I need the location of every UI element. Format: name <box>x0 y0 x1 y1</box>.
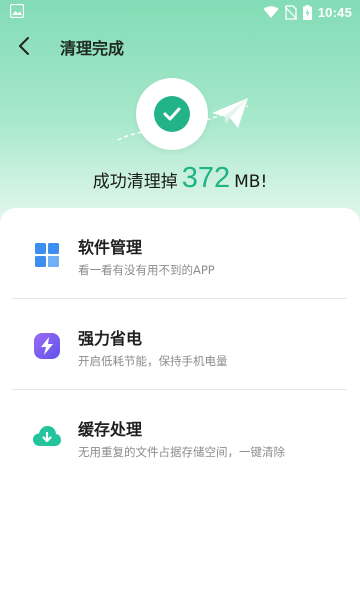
clean-result-text: 成功清理掉 372 MB! <box>0 162 360 195</box>
cleaned-amount: 372 <box>181 162 231 194</box>
item-description: 无用重复的文件占据存储空间，一键清除 <box>78 445 285 459</box>
app-grid-icon <box>35 243 59 267</box>
item-title: 软件管理 <box>78 238 143 257</box>
list-item-app-manager[interactable]: 软件管理 看一看有没有用不到的APP <box>12 208 348 298</box>
check-icon <box>154 96 190 132</box>
item-title: 缓存处理 <box>78 420 143 439</box>
no-sim-icon <box>284 4 297 20</box>
item-title: 强力省电 <box>78 329 143 348</box>
wifi-icon <box>263 6 279 18</box>
feature-card: 软件管理 看一看有没有用不到的APP 强力省电 开启低耗节能，保持手机电量 缓存… <box>0 208 360 600</box>
cleaned-unit: MB! <box>234 172 268 192</box>
paper-plane-icon <box>212 98 248 128</box>
status-bar: 10:45 <box>0 0 360 24</box>
item-description: 开启低耗节能，保持手机电量 <box>78 354 228 368</box>
page-title: 清理完成 <box>60 39 125 58</box>
app-bar: 清理完成 <box>0 24 360 68</box>
status-time: 10:45 <box>317 4 352 20</box>
gallery-icon <box>10 4 24 18</box>
clean-result-hero: 成功清理掉 372 MB! <box>0 70 360 210</box>
list-item-cache-cleanup[interactable]: 缓存处理 无用重复的文件占据存储空间，一键清除 <box>12 390 348 480</box>
back-arrow-icon <box>19 37 29 55</box>
cloud-download-icon <box>33 426 61 446</box>
battery-charging-icon <box>302 4 312 20</box>
lightning-icon <box>34 333 60 359</box>
success-badge <box>136 78 208 150</box>
back-button[interactable] <box>8 30 40 62</box>
item-description: 看一看有没有用不到的APP <box>78 263 215 277</box>
result-prefix: 成功清理掉 <box>92 172 178 192</box>
list-item-power-saving[interactable]: 强力省电 开启低耗节能，保持手机电量 <box>12 299 348 389</box>
